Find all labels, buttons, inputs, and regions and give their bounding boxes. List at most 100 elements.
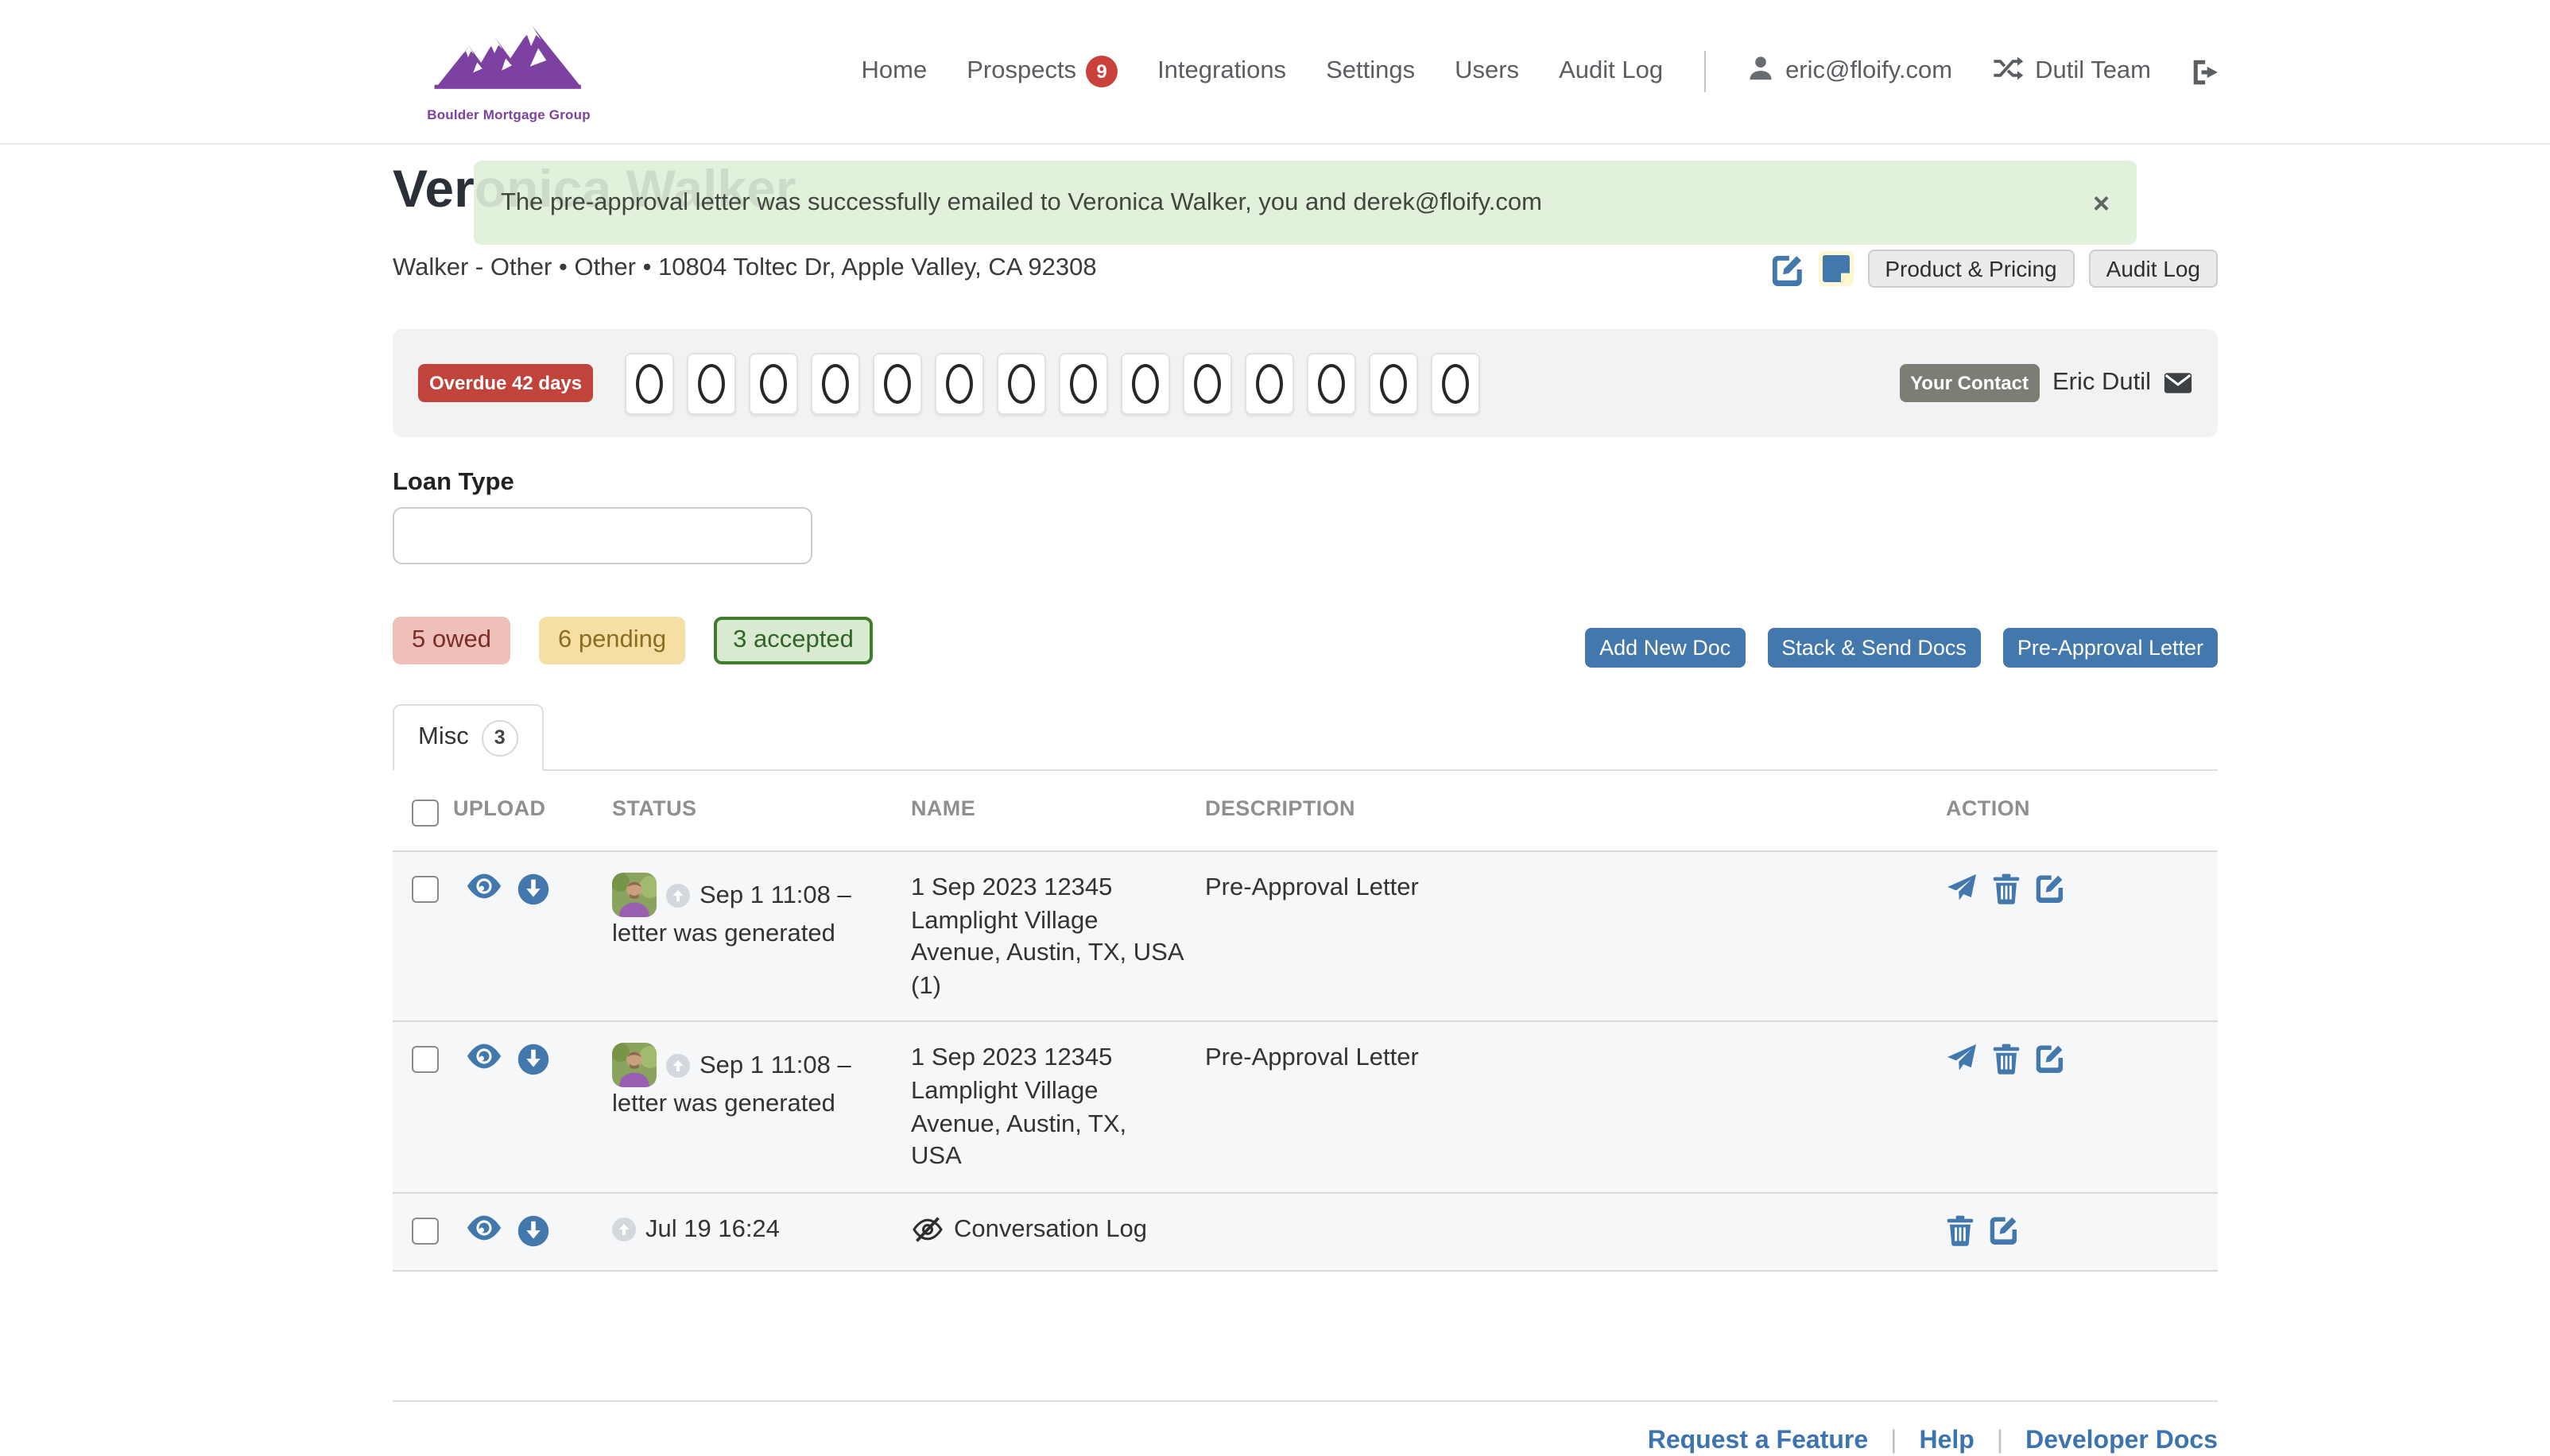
circle-icon (1380, 363, 1407, 403)
download-doc-icon[interactable] (517, 873, 550, 906)
table-row: Jul 19 16:24Conversation Log (393, 1192, 2218, 1272)
table-header: UPLOAD STATUS NAME DESCRIPTION ACTION (393, 771, 2218, 850)
nav-item-users[interactable]: Users (1455, 57, 1519, 86)
footer-separator: | (1890, 1427, 1897, 1456)
col-name: NAME (911, 796, 1205, 827)
contact-name: Eric Dutil (2052, 369, 2151, 397)
select-all-checkbox[interactable] (412, 800, 439, 827)
table-row: Sep 1 11:08 – letter was generated1 Sep … (393, 1021, 2218, 1192)
row-checkbox[interactable] (412, 1047, 439, 1074)
edit-doc-icon[interactable] (2035, 1044, 2065, 1074)
milestone-circle-14[interactable] (1431, 352, 1480, 414)
brand-name: Boulder Mortgage Group (420, 106, 598, 122)
nav-item-label: Integrations (1157, 57, 1286, 86)
milestone-circle-5[interactable] (873, 352, 922, 414)
loan-type-input[interactable] (393, 507, 812, 564)
col-description: DESCRIPTION (1205, 796, 1946, 827)
milestone-circle-9[interactable] (1121, 352, 1170, 414)
milestone-circle-11[interactable] (1245, 352, 1294, 414)
nav-divider (1704, 51, 1706, 92)
footer-separator: | (1997, 1427, 2003, 1456)
circle-icon (1008, 363, 1035, 403)
milestone-circle-6[interactable] (935, 352, 984, 414)
footer-link-developer-docs[interactable]: Developer Docs (2025, 1427, 2218, 1456)
circle-icon (1070, 363, 1097, 403)
download-doc-icon[interactable] (517, 1044, 550, 1077)
milestone-circle-8[interactable] (1059, 352, 1108, 414)
note-icon[interactable] (1818, 251, 1853, 286)
tab-bar: Misc 3 (393, 704, 2218, 771)
delete-doc-icon[interactable] (1992, 873, 2021, 904)
milestone-circle-2[interactable] (687, 352, 736, 414)
description-cell (1205, 1214, 1946, 1253)
pre-approval-letter-button[interactable]: Pre-Approval Letter (2003, 628, 2218, 668)
footer-links: Request a Feature | Help | Developer Docs (393, 1427, 2218, 1456)
nav-item-settings[interactable]: Settings (1326, 57, 1415, 86)
circle-icon (1194, 363, 1221, 403)
footer-link-request-a-feature[interactable]: Request a Feature (1648, 1427, 1868, 1456)
contact-block: Your Contact Eric Dutil (1899, 364, 2192, 402)
envelope-icon[interactable] (2164, 372, 2192, 394)
loan-type-label: Loan Type (393, 469, 514, 498)
tab-label: Misc (418, 723, 469, 752)
footer-divider (393, 1400, 2218, 1402)
user-email-menu[interactable]: eric@floify.com (1747, 54, 1952, 89)
nav-item-label: Home (862, 57, 928, 86)
nav-item-audit-log[interactable]: Audit Log (1559, 57, 1663, 86)
delete-doc-icon[interactable] (1946, 1214, 1975, 1246)
success-alert: The pre-approval letter was successfully… (474, 161, 2137, 245)
tab-misc[interactable]: Misc 3 (393, 704, 544, 771)
row-checkbox[interactable] (412, 1218, 439, 1245)
nav-item-prospects[interactable]: Prospects 9 (967, 56, 1118, 87)
nav-item-home[interactable]: Home (862, 57, 928, 86)
status-cell: Sep 1 11:08 – letter was generated (612, 873, 911, 1004)
nav-item-label: Prospects (967, 57, 1076, 86)
sign-out-icon[interactable] (2191, 58, 2221, 85)
name-cell: Conversation Log (911, 1214, 1205, 1253)
send-doc-icon[interactable] (1946, 1044, 1978, 1075)
milestone-bar: Overdue 42 days Your Contact Eric Dutil (393, 329, 2218, 437)
view-doc-icon[interactable] (466, 1044, 502, 1071)
upload-status-icon (666, 884, 690, 918)
circle-icon (698, 363, 725, 403)
circle-icon (822, 363, 849, 403)
milestone-circle-10[interactable] (1183, 352, 1232, 414)
team-switcher[interactable]: Dutil Team (1992, 55, 2151, 88)
milestone-circle-4[interactable] (811, 352, 860, 414)
description-cell: Pre-Approval Letter (1205, 873, 1946, 1004)
edit-prospect-icon[interactable] (1770, 252, 1804, 285)
name-cell: 1 Sep 2023 12345 Lamplight Village Avenu… (911, 1044, 1205, 1175)
audit-log-button[interactable]: Audit Log (2089, 250, 2218, 288)
edit-doc-icon[interactable] (2035, 873, 2065, 903)
milestone-circle-3[interactable] (749, 352, 798, 414)
send-doc-icon[interactable] (1946, 873, 1978, 904)
milestone-circle-7[interactable] (997, 352, 1046, 414)
eye-slash-icon (911, 1216, 944, 1253)
nav-item-label: Audit Log (1559, 57, 1663, 86)
tab-count-badge: 3 (482, 719, 518, 756)
team-name: Dutil Team (2035, 57, 2151, 86)
prospects-count-badge: 9 (1086, 56, 1118, 87)
edit-doc-icon[interactable] (1989, 1214, 2019, 1245)
brand-logo[interactable]: Boulder Mortgage Group (420, 17, 598, 122)
circle-icon (1256, 363, 1283, 403)
view-doc-icon[interactable] (466, 873, 502, 900)
delete-doc-icon[interactable] (1992, 1044, 2021, 1075)
upload-status-icon (612, 1218, 636, 1252)
your-contact-badge: Your Contact (1899, 364, 2040, 402)
milestone-circle-13[interactable] (1369, 352, 1418, 414)
view-doc-icon[interactable] (466, 1214, 502, 1241)
close-icon[interactable]: × (2093, 188, 2110, 217)
circle-icon (1132, 363, 1159, 403)
stack-send-docs-button[interactable]: Stack & Send Docs (1767, 628, 1981, 668)
download-doc-icon[interactable] (517, 1214, 550, 1248)
product-pricing-button[interactable]: Product & Pricing (1867, 250, 2074, 288)
milestone-circle-1[interactable] (625, 352, 674, 414)
nav-item-integrations[interactable]: Integrations (1157, 57, 1286, 86)
add-new-doc-button[interactable]: Add New Doc (1585, 628, 1745, 668)
overdue-badge: Overdue 42 days (418, 364, 593, 402)
footer-link-help[interactable]: Help (1919, 1427, 1974, 1456)
row-checkbox[interactable] (412, 876, 439, 903)
milestone-circle-12[interactable] (1307, 352, 1356, 414)
circle-icon (1318, 363, 1345, 403)
